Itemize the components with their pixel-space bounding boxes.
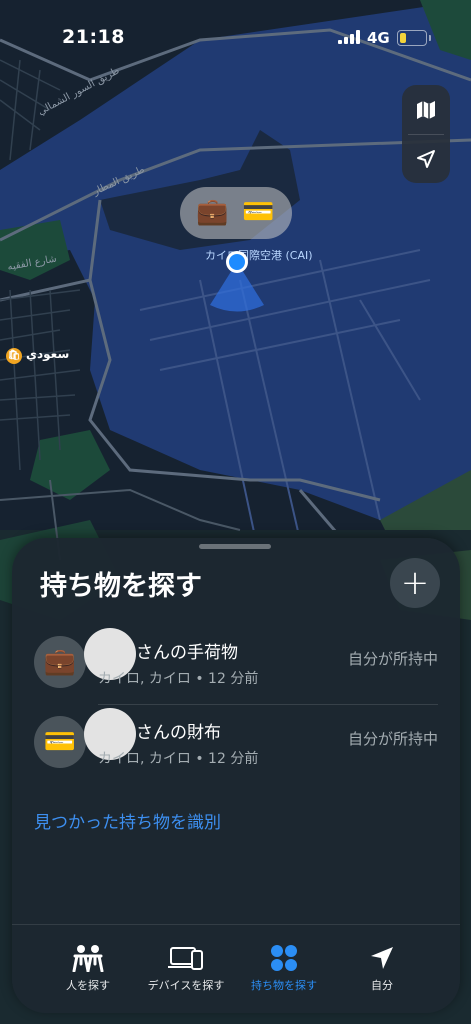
suitcase-icon: 💼 [196, 197, 229, 227]
page-title: 持ち物を探す [40, 571, 202, 602]
item-name: さんの手荷物 [136, 643, 238, 663]
plus-icon: + [400, 563, 430, 603]
item-status: 自分が所持中 [347, 650, 438, 668]
people-icon [72, 945, 104, 972]
location-arrow-icon [417, 149, 435, 168]
add-item-button[interactable]: + [390, 558, 440, 608]
location-arrow-icon [371, 947, 393, 969]
status-bar: 21:18 4G [0, 0, 471, 60]
item-status: 自分が所持中 [347, 730, 438, 748]
map-icon [417, 100, 435, 119]
items-grid-icon [271, 945, 297, 971]
map-mode-button[interactable] [402, 85, 450, 134]
signal-icon [338, 30, 360, 44]
divider [98, 704, 438, 705]
item-location: カイロ, カイロ • 12 分前 [98, 751, 259, 767]
devices-icon [168, 947, 203, 970]
shopping-bag-icon: 🛍 [6, 348, 22, 364]
items-sheet: 持ち物を探す + 💼 さんの手荷物 カイロ, カイロ • 12 分前 自分が所持… [12, 538, 460, 1013]
list-item[interactable]: 💳 さんの財布 カイロ, カイロ • 12 分前 自分が所持中 [12, 708, 460, 788]
tab-devices[interactable]: デバイスを探す [136, 943, 236, 993]
identify-found-item-link[interactable]: 見つかった持ち物を識別 [34, 808, 221, 833]
item-location: カイロ, カイロ • 12 分前 [98, 671, 259, 687]
sheet-grabber[interactable] [199, 544, 271, 549]
tab-items[interactable]: 持ち物を探す [234, 943, 334, 993]
map-controls [402, 85, 450, 183]
tab-people[interactable]: 人を探す [38, 943, 138, 993]
battery-fill [400, 33, 406, 43]
status-time: 21:18 [62, 26, 125, 48]
tab-me[interactable]: 自分 [332, 943, 432, 993]
item-name: さんの財布 [136, 723, 221, 743]
tab-label: 自分 [371, 979, 393, 992]
poi-marker[interactable]: 🛍 سعودي [6, 347, 69, 364]
tab-label: 人を探す [66, 979, 110, 992]
tab-label: 持ち物を探す [251, 979, 317, 992]
network-type: 4G [367, 29, 390, 47]
items-cluster-pin[interactable]: 💼 💳 [180, 187, 292, 239]
my-location-button[interactable] [402, 134, 450, 183]
poi-label: سعودي [26, 347, 70, 361]
airport-label: カイロ国際空港 (CAI) [205, 249, 313, 262]
battery-icon [397, 30, 431, 46]
tab-bar: 人を探す デバイスを探す 持ち物を探す 自分 [12, 924, 460, 1013]
list-item[interactable]: 💼 さんの手荷物 カイロ, カイロ • 12 分前 自分が所持中 [12, 628, 460, 708]
current-location-dot [226, 251, 248, 273]
wallet-card-icon: 💳 [34, 716, 86, 768]
suitcase-icon: 💼 [34, 636, 86, 688]
wallet-card-icon: 💳 [242, 197, 275, 227]
tab-label: デバイスを探す [147, 979, 225, 992]
